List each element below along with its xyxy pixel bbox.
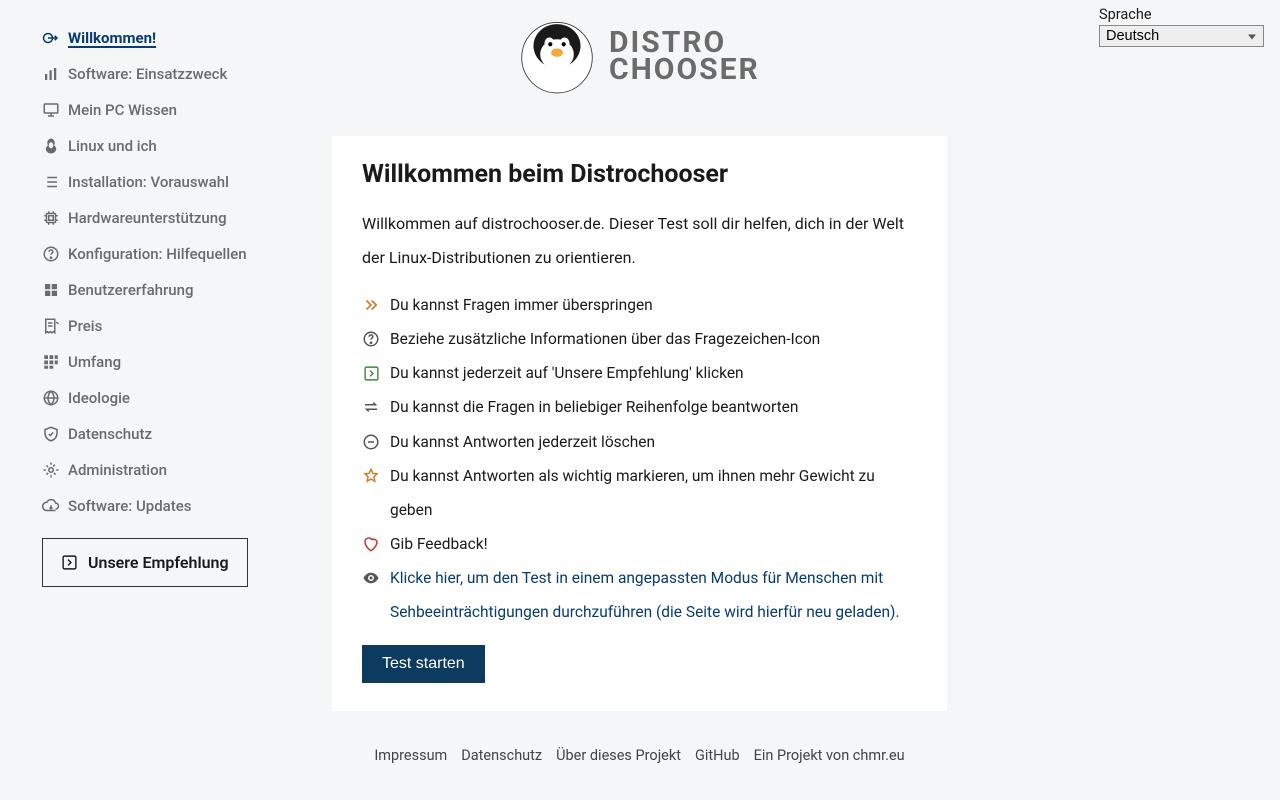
hint-item: Du kannst Fragen immer überspringen bbox=[362, 288, 917, 322]
footer-link-0[interactable]: Impressum bbox=[374, 747, 447, 764]
sidebar-item-label: Konfiguration: Hilfequellen bbox=[68, 245, 247, 263]
hint-text: Du kannst Antworten als wichtig markiere… bbox=[390, 459, 917, 527]
hint-item: Gib Feedback! bbox=[362, 527, 917, 561]
hint-item: Du kannst jederzeit auf 'Unsere Empfehlu… bbox=[362, 356, 917, 390]
footer-link-1[interactable]: Datenschutz bbox=[461, 747, 542, 764]
sidebar-item-label: Datenschutz bbox=[68, 425, 152, 443]
sidebar: Willkommen! Software: Einsatzzweck Mein PC… bbox=[0, 0, 290, 800]
sidebar-item-12[interactable]: Administration bbox=[42, 452, 278, 488]
welcome-card: Willkommen beim Distrochooser Willkommen… bbox=[332, 136, 947, 711]
hint-item: Du kannst Antworten jederzeit löschen bbox=[362, 425, 917, 459]
penguin-icon bbox=[42, 137, 60, 155]
skip-icon bbox=[362, 296, 380, 314]
sidebar-item-label: Umfang bbox=[68, 353, 121, 371]
sidebar-item-3[interactable]: Linux und ich bbox=[42, 128, 278, 164]
hint-text: Du kannst die Fragen in beliebiger Reihe… bbox=[390, 390, 798, 424]
login-icon bbox=[42, 29, 60, 47]
sidebar-item-label: Willkommen! bbox=[68, 29, 156, 47]
sidebar-item-9[interactable]: Umfang bbox=[42, 344, 278, 380]
footer: Impressum Datenschutz Über dieses Projekt G… bbox=[332, 747, 947, 764]
sidebar-item-5[interactable]: Hardwareunterstützung bbox=[42, 200, 278, 236]
header: DISTRO CHOOSER Sprache Deutsch bbox=[290, 0, 1264, 98]
heart-icon bbox=[362, 535, 380, 553]
question-icon bbox=[42, 245, 60, 263]
bars-icon bbox=[42, 65, 60, 83]
sidebar-item-label: Mein PC Wissen bbox=[68, 101, 177, 119]
chevron-right-box-icon bbox=[61, 554, 78, 571]
sidebar-item-13[interactable]: Software: Updates bbox=[42, 488, 278, 524]
recommendation-label: Unsere Empfehlung bbox=[88, 553, 229, 572]
sidebar-item-label: Software: Einsatzzweck bbox=[68, 65, 227, 83]
eye-icon bbox=[362, 569, 380, 587]
list-icon bbox=[42, 173, 60, 191]
sidebar-item-label: Linux und ich bbox=[68, 137, 157, 155]
sidebar-item-label: Benutzererfahrung bbox=[68, 281, 194, 299]
main-content: DISTRO CHOOSER Sprache Deutsch Willkomme… bbox=[290, 0, 1280, 800]
swap-icon bbox=[362, 398, 380, 416]
minus-circle-icon bbox=[362, 433, 380, 451]
hint-text[interactable]: Klicke hier, um den Test in einem angepa… bbox=[390, 561, 917, 629]
sidebar-item-label: Administration bbox=[68, 461, 167, 479]
card-title: Willkommen beim Distrochooser bbox=[362, 160, 917, 189]
cloud-icon bbox=[42, 497, 60, 515]
monitor-icon bbox=[42, 101, 60, 119]
start-test-button[interactable]: Test starten bbox=[362, 645, 485, 683]
logo: DISTRO CHOOSER bbox=[515, 14, 760, 98]
hint-text: Du kannst Fragen immer überspringen bbox=[390, 288, 653, 322]
globe-icon bbox=[42, 389, 60, 407]
hint-text: Beziehe zusätzliche Informationen über d… bbox=[390, 322, 820, 356]
sidebar-item-2[interactable]: Mein PC Wissen bbox=[42, 92, 278, 128]
sidebar-item-4[interactable]: Installation: Vorauswahl bbox=[42, 164, 278, 200]
hint-text: Du kannst Antworten jederzeit löschen bbox=[390, 425, 655, 459]
language-select[interactable]: Deutsch bbox=[1099, 25, 1264, 47]
hint-item: Beziehe zusätzliche Informationen über d… bbox=[362, 322, 917, 356]
sidebar-item-8[interactable]: Preis bbox=[42, 308, 278, 344]
tiles-icon bbox=[42, 353, 60, 371]
grid-icon bbox=[42, 281, 60, 299]
language-label: Sprache bbox=[1099, 6, 1264, 23]
sidebar-item-0[interactable]: Willkommen! bbox=[42, 20, 278, 56]
hint-item: Klicke hier, um den Test in einem angepa… bbox=[362, 561, 917, 629]
sidebar-item-label: Installation: Vorauswahl bbox=[68, 173, 229, 191]
gear-icon bbox=[42, 461, 60, 479]
receipt-icon bbox=[42, 317, 60, 335]
question-circle-icon bbox=[362, 330, 380, 348]
sidebar-item-label: Software: Updates bbox=[68, 497, 192, 515]
hint-list: Du kannst Fragen immer überspringenBezie… bbox=[362, 288, 917, 629]
shield-icon bbox=[42, 425, 60, 443]
sidebar-item-1[interactable]: Software: Einsatzzweck bbox=[42, 56, 278, 92]
hint-item: Du kannst Antworten als wichtig markiere… bbox=[362, 459, 917, 527]
hint-text: Gib Feedback! bbox=[390, 527, 488, 561]
sidebar-item-10[interactable]: Ideologie bbox=[42, 380, 278, 416]
sidebar-item-11[interactable]: Datenschutz bbox=[42, 416, 278, 452]
cpu-icon bbox=[42, 209, 60, 227]
sidebar-item-7[interactable]: Benutzererfahrung bbox=[42, 272, 278, 308]
star-icon bbox=[362, 467, 380, 485]
hint-item: Du kannst die Fragen in beliebiger Reihe… bbox=[362, 390, 917, 424]
hint-text: Du kannst jederzeit auf 'Unsere Empfehlu… bbox=[390, 356, 744, 390]
logo-line2: CHOOSER bbox=[609, 56, 760, 83]
sidebar-item-label: Preis bbox=[68, 317, 102, 335]
sidebar-item-6[interactable]: Konfiguration: Hilfequellen bbox=[42, 236, 278, 272]
recommendation-button[interactable]: Unsere Empfehlung bbox=[42, 538, 248, 587]
footer-link-3[interactable]: GitHub bbox=[695, 747, 740, 764]
penguin-logo-icon bbox=[515, 14, 599, 98]
sidebar-item-label: Ideologie bbox=[68, 389, 130, 407]
sidebar-item-label: Hardwareunterstützung bbox=[68, 209, 227, 227]
box-chevron-icon bbox=[362, 364, 380, 382]
welcome-text: Willkommen auf distrochooser.de. Dieser … bbox=[362, 207, 917, 274]
footer-link-4[interactable]: Ein Projekt von chmr.eu bbox=[754, 747, 905, 764]
footer-link-2[interactable]: Über dieses Projekt bbox=[556, 747, 681, 764]
